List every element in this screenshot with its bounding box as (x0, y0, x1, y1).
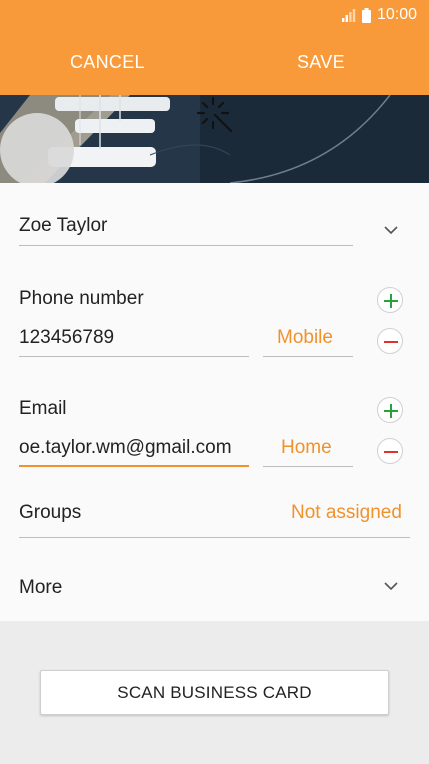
cancel-button[interactable]: CANCEL (70, 52, 145, 73)
phone-number-underline (19, 356, 249, 357)
status-bar: 10:00 (341, 6, 417, 24)
chevron-down-icon[interactable] (384, 223, 398, 237)
plus-icon (384, 404, 398, 418)
email-input[interactable]: oe.taylor.wm@gmail.com (19, 437, 249, 459)
battery-icon (361, 7, 371, 23)
magic-wand-icon (196, 96, 233, 133)
scan-business-card-button[interactable]: SCAN BUSINESS CARD (40, 670, 389, 715)
email-label: Email (19, 398, 67, 419)
email-value: oe.taylor.wm@gmail.com (19, 437, 232, 458)
more-label[interactable]: More (19, 577, 62, 599)
contact-photo[interactable] (0, 95, 429, 183)
phone-type-underline (263, 356, 353, 357)
remove-phone-button[interactable] (377, 328, 403, 354)
groups-underline (19, 537, 410, 538)
save-button[interactable]: SAVE (297, 52, 345, 73)
email-type-underline (263, 466, 353, 467)
groups-label: Groups (19, 502, 82, 523)
remove-email-button[interactable] (377, 438, 403, 464)
groups-select[interactable]: Not assigned (291, 502, 402, 524)
add-email-button[interactable] (377, 397, 403, 423)
photo-edit-button[interactable] (0, 95, 74, 183)
chevron-down-icon[interactable] (384, 579, 398, 593)
email-underline-focused (19, 465, 249, 467)
app-header: 10:00 CANCEL SAVE (0, 0, 429, 95)
phone-label: Phone number (19, 288, 144, 309)
plus-icon (384, 294, 398, 308)
minus-icon (384, 341, 398, 343)
name-field[interactable]: Zoe Taylor (19, 215, 107, 237)
phone-number-input[interactable]: 123456789 (19, 327, 249, 349)
name-underline (19, 245, 353, 246)
signal-icon (341, 8, 356, 22)
status-time: 10:00 (376, 6, 417, 23)
minus-icon (384, 451, 398, 453)
phone-type-select[interactable]: Mobile (277, 327, 333, 349)
email-type-select[interactable]: Home (281, 437, 332, 459)
add-phone-button[interactable] (377, 287, 403, 313)
